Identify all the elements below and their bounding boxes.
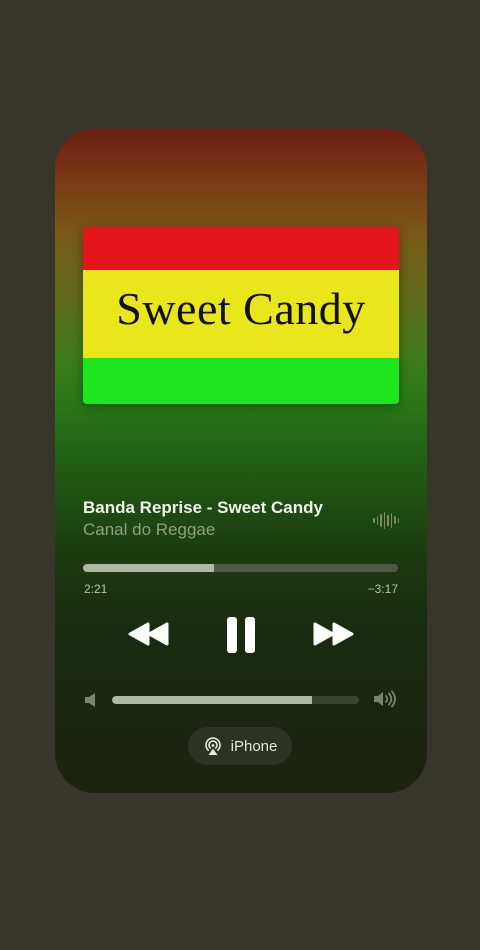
track-artist[interactable]: Canal do Reggae [83, 520, 215, 540]
artwork-green-stripe [83, 358, 399, 404]
remaining-time: −3:17 [367, 582, 398, 596]
elapsed-time: 2:21 [84, 582, 108, 596]
playback-progress-fill [83, 564, 215, 572]
now-playing-card: Sweet Candy Banda Reprise - Sweet Candy … [55, 129, 427, 793]
rewind-button[interactable] [127, 621, 171, 647]
artwork-yellow-stripe: Sweet Candy [83, 270, 399, 358]
audio-output-button[interactable]: iPhone [188, 727, 292, 765]
artwork-text: Sweet Candy [116, 283, 366, 334]
audio-waveform-icon [373, 510, 399, 530]
artwork-red-stripe [83, 227, 399, 270]
forward-icon [313, 622, 354, 646]
track-title[interactable]: Banda Reprise - Sweet Candy [83, 498, 323, 518]
pause-button[interactable] [225, 616, 257, 654]
volume-level-fill [112, 696, 313, 704]
volume-low-icon [85, 693, 95, 707]
volume-high-icon [374, 690, 396, 708]
backward-icon [128, 622, 169, 646]
audio-output-label: iPhone [230, 737, 278, 755]
album-artwork[interactable]: Sweet Candy [83, 227, 399, 404]
volume-slider[interactable] [112, 696, 359, 704]
pause-icon [227, 617, 255, 653]
fast-forward-button[interactable] [311, 621, 355, 647]
playback-scrubber[interactable] [83, 564, 398, 572]
airplay-audio-icon [204, 737, 221, 755]
